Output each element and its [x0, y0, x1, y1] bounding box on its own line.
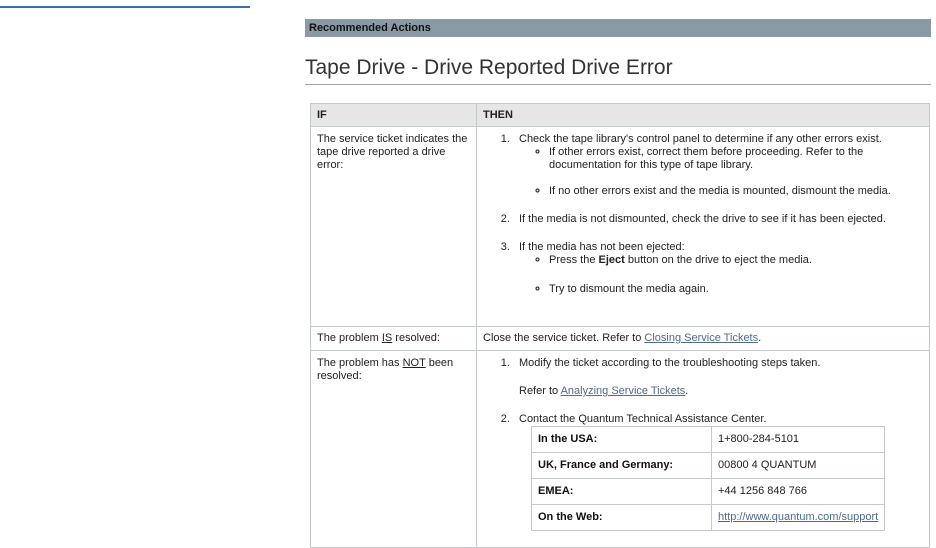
row1-condition: The service ticket indicates the tape dr… — [310, 126, 477, 327]
row2-if-post: resolved: — [392, 332, 440, 344]
row2-then-post: . — [758, 332, 762, 344]
row1-step-1-text: Check the tape library's control panel t… — [519, 133, 882, 145]
contact-row: EMEA: +44 1256 848 766 — [531, 478, 886, 505]
contact-value: 1+800-284-5101 — [710, 426, 886, 453]
contact-value: 00800 4 QUANTUM — [710, 452, 886, 479]
row3-refer-post: . — [685, 385, 689, 397]
contact-value: +44 1256 848 766 — [710, 478, 886, 505]
contact-label: EMEA: — [531, 478, 712, 505]
row1-step-1: Check the tape library's control panel t… — [513, 133, 923, 198]
eject-pre: Press the — [549, 254, 599, 266]
contact-row: On the Web: http://www.quantum.com/suppo… — [531, 504, 886, 531]
row1-step-1-subitems: If other errors exist, correct them befo… — [519, 146, 923, 198]
row2-if-emph: IS — [381, 332, 393, 344]
analyzing-service-tickets-link[interactable]: Analyzing Service Tickets — [561, 385, 686, 397]
row3-step-1: Modify the ticket according to the troub… — [513, 357, 923, 398]
header-then: THEN — [476, 103, 930, 127]
contact-label: UK, France and Germany: — [531, 452, 712, 479]
quantum-support-link[interactable]: http://www.quantum.com/support — [718, 511, 878, 523]
page-title: Tape Drive - Drive Reported Drive Error — [305, 56, 673, 79]
contact-label: In the USA: — [531, 426, 712, 453]
row1-step-3-sub-2: Try to dismount the media again. — [549, 283, 923, 296]
title-divider — [305, 84, 931, 85]
row3-if-pre: The problem has — [317, 357, 403, 369]
row2-condition: The problem IS resolved: — [310, 326, 477, 351]
contact-row: In the USA: 1+800-284-5101 — [531, 426, 886, 453]
if-then-table: IF THEN The service ticket indicates the… — [310, 103, 930, 548]
row1-step-3-text: If the media has not been ejected: — [519, 241, 685, 253]
section-header-bar: Recommended Actions — [305, 19, 931, 37]
row2-then-pre: Close the service ticket. Refer to — [483, 332, 645, 344]
eject-post: button on the drive to eject the media. — [624, 254, 812, 266]
section-header-label: Recommended Actions — [309, 22, 431, 34]
row3-step-1-text: Modify the ticket according to the troub… — [519, 357, 821, 369]
contact-table: In the USA: 1+800-284-5101 UK, France an… — [531, 426, 886, 531]
table-header-row: IF THEN — [310, 103, 930, 127]
row1-step-3-sub-1: Press the Eject button on the drive to e… — [549, 254, 923, 267]
row3-refer: Refer to Analyzing Service Tickets. — [519, 385, 923, 398]
row1-step-2: If the media is not dismounted, check th… — [513, 213, 923, 226]
table-row: The service ticket indicates the tape dr… — [310, 126, 930, 327]
row1-actions: Check the tape library's control panel t… — [476, 126, 930, 327]
row3-refer-pre: Refer to — [519, 385, 561, 397]
row2-actions: Close the service ticket. Refer to Closi… — [476, 326, 930, 351]
contact-value: http://www.quantum.com/support — [710, 504, 886, 531]
header-if: IF — [310, 103, 477, 127]
row1-steps: Check the tape library's control panel t… — [483, 133, 923, 296]
row3-step-2: Contact the Quantum Technical Assistance… — [513, 413, 923, 531]
row3-step-2-text: Contact the Quantum Technical Assistance… — [519, 413, 767, 425]
row3-actions: Modify the ticket according to the troub… — [476, 350, 930, 548]
row1-step-1-sub-1: If other errors exist, correct them befo… — [549, 146, 923, 172]
row3-steps: Modify the ticket according to the troub… — [483, 357, 923, 531]
contact-row: UK, France and Germany: 00800 4 QUANTUM — [531, 452, 886, 479]
row3-condition: The problem has NOT been resolved: — [310, 350, 477, 548]
closing-service-tickets-link[interactable]: Closing Service Tickets — [644, 332, 758, 344]
row1-step-3-subitems: Press the Eject button on the drive to e… — [519, 254, 923, 296]
table-row: The problem IS resolved: Close the servi… — [310, 326, 930, 351]
row3-if-emph: NOT — [402, 357, 426, 369]
row2-if-pre: The problem — [317, 332, 382, 344]
top-accent-rule — [0, 6, 250, 8]
eject-button-label: Eject — [598, 254, 625, 266]
row1-step-1-sub-2: If no other errors exist and the media i… — [549, 185, 923, 198]
contact-label: On the Web: — [531, 504, 712, 531]
table-row: The problem has NOT been resolved: Modif… — [310, 350, 930, 548]
row1-step-3: If the media has not been ejected: Press… — [513, 241, 923, 296]
